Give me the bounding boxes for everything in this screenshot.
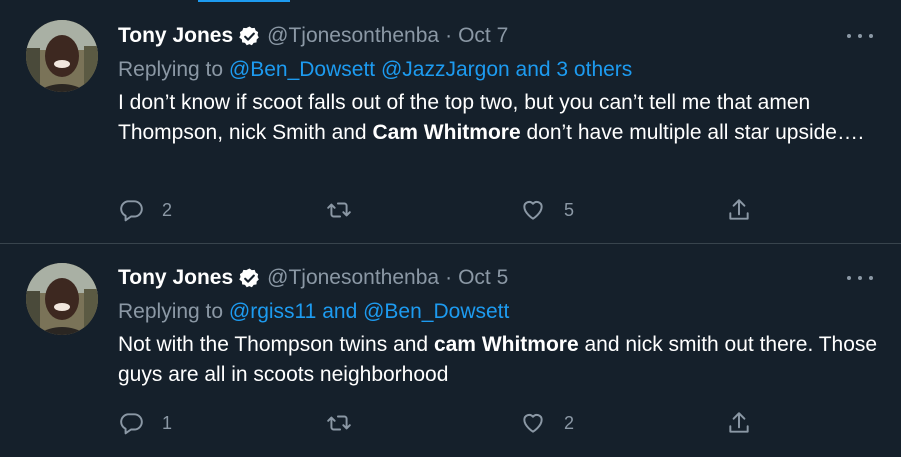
mention-link[interactable]: @rgiss11 bbox=[229, 300, 316, 323]
reply-icon bbox=[120, 200, 143, 222]
avatar[interactable] bbox=[26, 263, 98, 335]
reply-button[interactable]: 2 bbox=[118, 195, 172, 225]
tweet-text-part: Not with the Thompson twins and bbox=[118, 333, 434, 356]
share-button[interactable] bbox=[726, 195, 752, 225]
tweet-text: Not with the Thompson twins and cam Whit… bbox=[118, 330, 878, 390]
separator: · bbox=[445, 266, 453, 289]
tweet-text-part: don’t have multiple all star upside…. bbox=[520, 121, 864, 144]
retweet-button[interactable] bbox=[326, 408, 352, 438]
avatar[interactable] bbox=[26, 20, 98, 92]
others-link[interactable]: and 3 others bbox=[516, 58, 633, 81]
verified-badge-icon bbox=[239, 25, 259, 45]
share-icon bbox=[729, 199, 749, 220]
like-button[interactable]: 2 bbox=[520, 408, 574, 438]
like-count: 2 bbox=[564, 412, 575, 433]
like-icon bbox=[523, 200, 543, 220]
reply-context: Replying to @rgiss11 and @Ben_Dowsett bbox=[118, 300, 509, 324]
separator: · bbox=[445, 24, 453, 47]
more-options-icon[interactable] bbox=[847, 268, 873, 288]
author-handle[interactable]: @Tjonesonthenba bbox=[267, 266, 439, 290]
mention-link[interactable]: @JazzJargon bbox=[381, 58, 510, 81]
tweet-text-bold: Cam Whitmore bbox=[372, 121, 521, 144]
author-handle[interactable]: @Tjonesonthenba bbox=[267, 24, 439, 48]
tweet-text-bold: cam Whitmore bbox=[433, 333, 579, 356]
tweet[interactable]: Tony Jones @Tjonesonthenba · Oct 7 Reply… bbox=[0, 0, 901, 244]
verified-badge-icon bbox=[239, 267, 259, 287]
reply-icon bbox=[120, 413, 143, 435]
reply-prefix: Replying to bbox=[118, 300, 224, 323]
author-name[interactable]: Tony Jones bbox=[118, 24, 233, 48]
more-options-icon[interactable] bbox=[847, 26, 873, 46]
share-icon bbox=[729, 412, 749, 433]
tweet-header: Tony Jones @Tjonesonthenba · Oct 5 bbox=[118, 264, 508, 292]
action-bar: 2 5 bbox=[0, 195, 901, 225]
like-icon bbox=[523, 413, 543, 433]
action-bar: 1 2 bbox=[0, 408, 901, 438]
share-button[interactable] bbox=[726, 408, 752, 438]
author-name[interactable]: Tony Jones bbox=[118, 266, 233, 290]
reply-count: 1 bbox=[162, 412, 173, 433]
reply-context: Replying to @Ben_Dowsett @JazzJargon and… bbox=[118, 58, 632, 82]
mention-link[interactable]: @Ben_Dowsett bbox=[229, 58, 375, 81]
tweet[interactable]: Tony Jones @Tjonesonthenba · Oct 5 Reply… bbox=[0, 244, 901, 457]
reply-button[interactable]: 1 bbox=[118, 408, 172, 438]
like-button[interactable]: 5 bbox=[520, 195, 574, 225]
retweet-icon bbox=[327, 202, 351, 218]
tweet-date[interactable]: Oct 7 bbox=[458, 24, 508, 48]
tweet-date[interactable]: Oct 5 bbox=[458, 266, 508, 290]
retweet-button[interactable] bbox=[326, 195, 352, 225]
reply-count: 2 bbox=[162, 199, 173, 220]
tweet-header: Tony Jones @Tjonesonthenba · Oct 7 bbox=[118, 22, 508, 50]
reply-conjunction: and bbox=[322, 300, 358, 323]
reply-prefix: Replying to bbox=[118, 58, 224, 81]
like-count: 5 bbox=[564, 199, 575, 220]
tweet-text: I don’t know if scoot falls out of the t… bbox=[118, 88, 878, 148]
mention-link[interactable]: @Ben_Dowsett bbox=[363, 300, 509, 323]
retweet-icon bbox=[327, 415, 351, 431]
